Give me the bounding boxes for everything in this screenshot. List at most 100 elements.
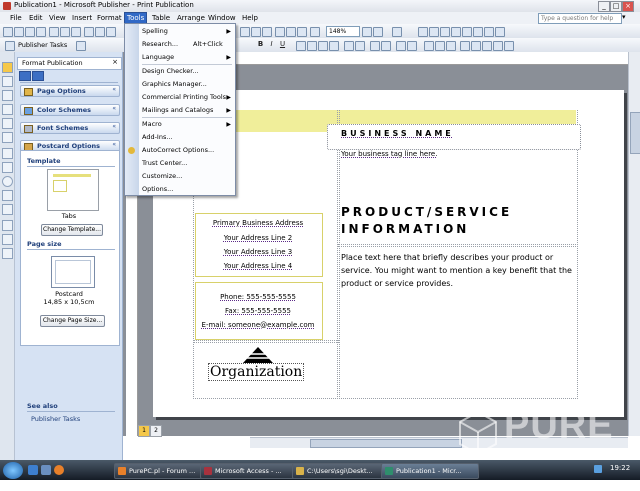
menu-file[interactable]: File [8, 13, 24, 23]
change-page-size-button[interactable]: Change Page Size... [40, 315, 105, 327]
insert-picture-icon[interactable] [251, 27, 261, 37]
autoshapes-tool-icon[interactable] [2, 204, 13, 215]
close-button[interactable]: × [622, 1, 634, 12]
clip-art-tool-icon[interactable] [2, 132, 13, 143]
wordart-tool-icon[interactable] [2, 104, 13, 115]
oval-tool-icon[interactable] [2, 176, 13, 187]
cut-icon[interactable] [84, 27, 94, 37]
address-line-1[interactable]: Primary Business Address [195, 219, 321, 227]
line-color-icon[interactable] [435, 41, 445, 51]
menu-item-research[interactable]: Research... Alt+Click [125, 39, 235, 50]
section-font-schemes[interactable]: Font Schemes « [20, 122, 120, 134]
group-icon[interactable] [484, 27, 494, 37]
3d-style-icon[interactable] [504, 41, 514, 51]
menu-item-customize[interactable]: Customize... [125, 171, 235, 182]
center-text-icon[interactable] [307, 41, 317, 51]
menu-window[interactable]: Window [206, 13, 238, 23]
line-style-icon[interactable] [460, 41, 470, 51]
firefox-quicklaunch-icon[interactable] [54, 465, 64, 475]
underline-button[interactable]: U [278, 40, 287, 49]
align-right-icon[interactable] [440, 27, 450, 37]
justify-icon[interactable] [329, 41, 339, 51]
align-text-left-icon[interactable] [296, 41, 306, 51]
save-icon[interactable] [25, 27, 35, 37]
menu-item-options[interactable]: Options... [125, 184, 235, 195]
vertical-scroll-thumb[interactable] [630, 112, 640, 154]
menu-arrange[interactable]: Arrange [175, 13, 207, 23]
show-desktop-icon[interactable] [28, 465, 38, 475]
ungroup-icon[interactable] [495, 27, 505, 37]
page-tab-1[interactable]: 1 [138, 425, 150, 437]
new-icon[interactable] [3, 27, 13, 37]
print-icon[interactable] [49, 27, 59, 37]
section-color-schemes[interactable]: Color Schemes « [20, 104, 120, 116]
table-tool-icon[interactable] [2, 90, 13, 101]
italic-button[interactable]: I [267, 40, 276, 49]
rectangle-tool-icon[interactable] [2, 190, 13, 201]
menu-edit[interactable]: Edit [27, 13, 45, 23]
menu-item-graphics-manager[interactable]: Graphics Manager... [125, 79, 235, 90]
picture-frame-tool-icon[interactable] [2, 118, 13, 129]
styles-icon[interactable] [76, 41, 86, 51]
special-characters-icon[interactable] [286, 27, 296, 37]
font-size-decrease-icon[interactable] [396, 41, 406, 51]
system-clock[interactable]: 19:22 [610, 464, 630, 472]
help-search-input[interactable]: Type a question for help [538, 13, 622, 24]
address-line-2[interactable]: Your Address Line 2 [195, 234, 321, 242]
align-text-right-icon[interactable] [318, 41, 328, 51]
body-text[interactable]: Place text here that briefly describes y… [341, 251, 573, 290]
publisher-tasks-button[interactable]: Publisher Tasks [18, 41, 67, 49]
minimize-button[interactable]: _ [598, 1, 610, 12]
font-color-icon[interactable] [446, 41, 456, 51]
page-tab-2[interactable]: 2 [150, 425, 162, 437]
menu-item-language[interactable]: Language ▶ [125, 52, 235, 63]
line-tool-icon[interactable] [2, 148, 13, 159]
email-text[interactable]: E-mail: someone@example.com [195, 321, 321, 329]
task-pane-close-icon[interactable]: × [112, 58, 118, 66]
menu-help[interactable]: Help [240, 13, 260, 23]
menu-item-mailings-and-catalogs[interactable]: Mailings and Catalogs ▶ [125, 105, 235, 116]
task-explorer-folder[interactable]: C:\Users\sgi\Deskt... [292, 463, 392, 479]
fax-text[interactable]: Fax: 555-555-5555 [195, 307, 321, 315]
template-thumbnail[interactable] [47, 169, 99, 211]
copy-icon[interactable] [95, 27, 105, 37]
web-tools-icon[interactable] [2, 248, 13, 259]
see-also-publisher-tasks-link[interactable]: Publisher Tasks [31, 415, 80, 423]
menu-item-add-ins[interactable]: Add-Ins... [125, 132, 235, 143]
paste-icon[interactable] [106, 27, 116, 37]
menu-table[interactable]: Table [150, 13, 172, 23]
insert-table-icon[interactable] [240, 27, 250, 37]
help-icon[interactable] [392, 27, 402, 37]
fill-color-icon[interactable] [424, 41, 434, 51]
hyperlink-icon[interactable] [262, 27, 272, 37]
menu-item-commercial-printing-tools[interactable]: Commercial Printing Tools ▶ [125, 92, 235, 103]
zoom-out-icon[interactable] [362, 27, 372, 37]
forward-arrow-icon[interactable] [32, 71, 44, 81]
spelling-icon[interactable] [71, 27, 81, 37]
columns-icon[interactable] [275, 27, 285, 37]
organization-name[interactable]: Organization [208, 363, 305, 381]
business-name-text[interactable]: BUSINESS NAME [341, 129, 454, 138]
menu-item-autocorrect-options[interactable]: AutoCorrect Options... [125, 145, 235, 156]
rotate-icon[interactable] [473, 27, 483, 37]
switch-windows-icon[interactable] [41, 465, 51, 475]
format-painter-icon[interactable] [297, 27, 307, 37]
vertical-scrollbar[interactable] [628, 52, 640, 436]
bring-forward-icon[interactable] [451, 27, 461, 37]
select-tool-icon[interactable] [2, 62, 13, 73]
task-purepc-forum[interactable]: PurePC.pl - Forum ... [114, 463, 210, 479]
email-icon[interactable] [36, 27, 46, 37]
heading-line1[interactable]: PRODUCT/SERVICE [341, 205, 512, 219]
shadow-style-icon[interactable] [493, 41, 503, 51]
task-microsoft-access[interactable]: Microsoft Access - ... [200, 463, 302, 479]
open-icon[interactable] [14, 27, 24, 37]
tagline-text[interactable]: Your business tag line here. [341, 150, 437, 158]
send-backward-icon[interactable] [462, 27, 472, 37]
decrease-indent-icon[interactable] [370, 41, 380, 51]
print-preview-icon[interactable] [60, 27, 70, 37]
start-button-windows-icon[interactable] [3, 462, 23, 479]
menu-item-macro[interactable]: Macro ▶ [125, 119, 235, 130]
menu-item-design-checker[interactable]: Design Checker... [125, 66, 235, 77]
zoom-select[interactable]: 148% [326, 26, 360, 37]
heading-line2[interactable]: INFORMATION [341, 222, 469, 236]
